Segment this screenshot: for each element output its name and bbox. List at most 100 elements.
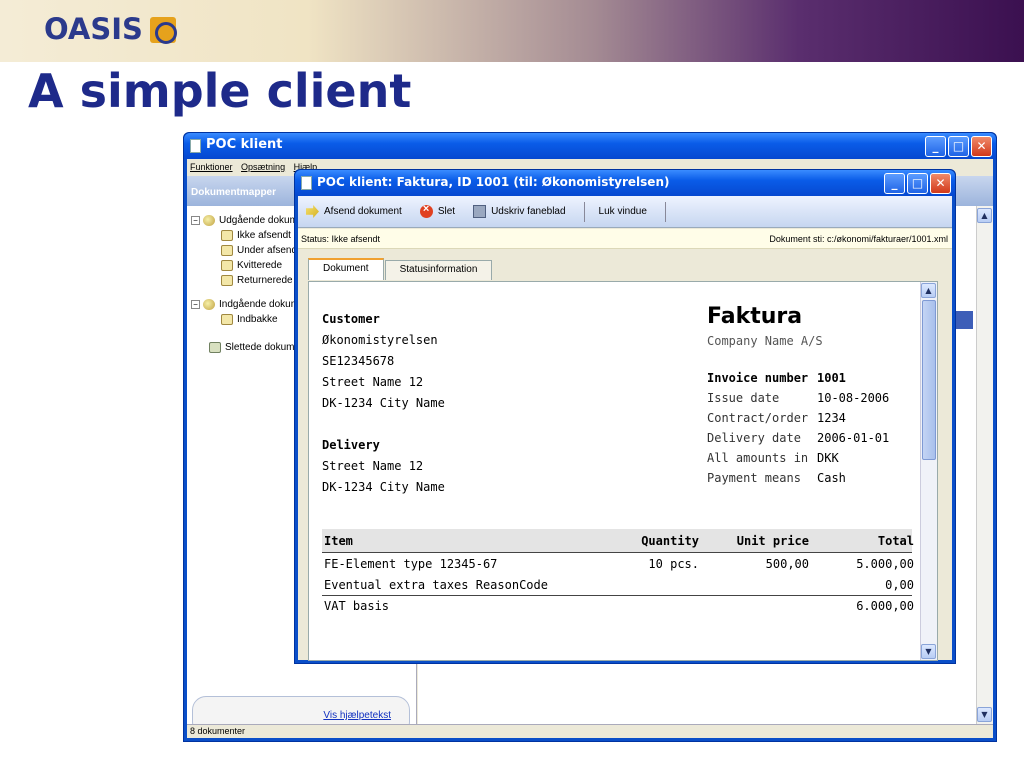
invoice-window-title: POC klient: Faktura, ID 1001 (til: Økono… xyxy=(317,175,670,189)
document-status-line: Status: Ikke afsendt Dokument sti: c:/øk… xyxy=(298,229,952,249)
close-window-label: Luk vindue xyxy=(598,206,647,217)
table-cell: 10 pcs. xyxy=(648,556,699,571)
tree-item-ikke-afsendt[interactable]: Ikke afsendt xyxy=(221,228,291,243)
menu-funktioner[interactable]: Funktioner xyxy=(190,162,233,172)
customer-vat-id: SE12345678 xyxy=(322,354,395,368)
tree-item-kvitterede[interactable]: Kvitterede xyxy=(221,258,282,273)
column-header: Unit price xyxy=(736,533,809,548)
globe-icon xyxy=(203,299,215,310)
field-value: Cash xyxy=(817,471,846,485)
main-titlebar[interactable]: POC klient _ □ ✕ xyxy=(184,133,996,159)
field-label: Payment means xyxy=(707,471,801,485)
field-label: All amounts in xyxy=(707,451,809,465)
close-button[interactable]: ✕ xyxy=(930,173,951,194)
collapse-toggle-icon[interactable]: − xyxy=(191,300,200,309)
delivery-city: DK-1234 City Name xyxy=(322,480,445,494)
scroll-down-icon[interactable]: ▼ xyxy=(977,707,992,722)
maximize-button[interactable]: □ xyxy=(948,136,969,157)
document-title: Faktura xyxy=(707,304,803,329)
document-icon xyxy=(301,176,312,190)
send-document-button[interactable]: Afsend dokument xyxy=(306,205,402,218)
close-window-button[interactable]: Luk vindue xyxy=(599,206,647,217)
tree-item-label: Indbakke xyxy=(237,314,278,325)
document-path: Dokument sti: c:/økonomi/fakturaer/1001.… xyxy=(769,234,948,244)
maximize-button[interactable]: □ xyxy=(907,173,928,194)
company-name: Company Name A/S xyxy=(707,334,823,348)
scroll-thumb[interactable] xyxy=(922,300,936,460)
oasis-logo: OASIS xyxy=(44,12,177,46)
folder-icon xyxy=(221,230,233,241)
table-header: Item Quantity Unit price Total xyxy=(322,529,914,553)
status-text: Status: Ikke afsendt xyxy=(301,234,381,244)
delete-button[interactable]: Slet xyxy=(419,203,456,218)
document-scrollbar[interactable]: ▲ ▼ xyxy=(920,282,937,660)
field-value: 10-08-2006 xyxy=(817,391,890,405)
tree-item-label: Kvitterede xyxy=(237,260,283,271)
send-arrow-icon xyxy=(306,205,319,218)
table-row: Eventual extra taxes ReasonCode 0,00 xyxy=(322,574,914,595)
customer-name: Økonomistyrelsen xyxy=(322,333,438,347)
logo-mark-icon xyxy=(149,17,177,44)
field-label: Issue date xyxy=(707,391,780,405)
minimize-button[interactable]: _ xyxy=(925,136,946,157)
folder-icon xyxy=(221,275,233,286)
tab-dokument[interactable]: Dokument xyxy=(308,258,384,280)
customer-street: Street Name 12 xyxy=(322,375,424,389)
invoice-details: Invoice number 1001 Issue date 10-08-200… xyxy=(707,368,907,488)
help-link[interactable]: Vis hjælpetekst xyxy=(323,710,391,721)
scroll-up-icon[interactable]: ▲ xyxy=(921,283,936,298)
printer-icon xyxy=(473,205,487,218)
folder-icon xyxy=(221,260,233,271)
collapse-toggle-icon[interactable]: − xyxy=(191,216,200,225)
invoice-body: Afsend dokument Slet Udskriv faneblad Lu… xyxy=(298,196,952,661)
table-cell: 500,00 xyxy=(765,556,809,571)
print-tab-button[interactable]: Udskriv faneblad xyxy=(473,205,566,218)
vat-basis-label: VAT basis xyxy=(324,599,390,613)
field-value: 2006-01-01 xyxy=(817,431,890,445)
send-label: Afsend dokument xyxy=(324,206,402,217)
field-value: 1234 xyxy=(817,411,846,425)
delete-label: Slet xyxy=(437,206,456,217)
table-cell: FE-Element type 12345-67 xyxy=(324,556,498,571)
scroll-down-icon[interactable]: ▼ xyxy=(921,644,936,659)
menu-opsaetning[interactable]: Opsætning xyxy=(241,162,285,172)
print-label: Udskriv faneblad xyxy=(491,206,566,217)
invoice-document: Customer Økonomistyrelsen SE12345678 Str… xyxy=(308,281,938,661)
invoice-number-value: 1001 xyxy=(817,371,846,385)
column-header: Quantity xyxy=(641,533,699,548)
list-scrollbar[interactable]: ▲ ▼ xyxy=(976,206,993,724)
delivery-heading: Delivery xyxy=(322,438,380,452)
toolbar-divider xyxy=(664,201,666,222)
minimize-button[interactable]: _ xyxy=(884,173,905,194)
scroll-up-icon[interactable]: ▲ xyxy=(977,208,992,223)
column-header: Total xyxy=(877,533,914,548)
tab-strip: Dokument Statusinformation xyxy=(308,258,493,280)
table-row: VAT basis 6.000,00 xyxy=(322,595,914,616)
main-window-title: POC klient xyxy=(206,137,283,152)
close-button[interactable]: ✕ xyxy=(971,136,992,157)
line-items-table: Item Quantity Unit price Total FE-Elemen… xyxy=(322,529,914,616)
logo-text: OASIS xyxy=(44,12,143,46)
field-label: Contract/order xyxy=(707,411,809,425)
delivery-street: Street Name 12 xyxy=(322,459,424,473)
delete-icon xyxy=(419,203,433,218)
table-cell: 5.000,00 xyxy=(856,556,914,571)
trash-icon xyxy=(209,342,221,353)
tree-item-label: Ikke afsendt xyxy=(237,230,291,241)
table-cell: Eventual extra taxes ReasonCode xyxy=(324,577,548,592)
table-cell: 0,00 xyxy=(885,577,914,592)
tree-item-indbakke[interactable]: Indbakke xyxy=(221,312,278,327)
tab-statusinformation[interactable]: Statusinformation xyxy=(384,260,493,280)
invoice-number-label: Invoice number xyxy=(707,371,809,385)
field-value: DKK xyxy=(817,451,839,465)
column-header: Item xyxy=(324,533,353,548)
table-row: FE-Element type 12345-67 10 pcs. 500,00 … xyxy=(322,553,914,574)
tree-item-returnerede[interactable]: Returnerede xyxy=(221,273,293,288)
document-icon xyxy=(190,139,201,153)
customer-heading: Customer xyxy=(322,312,380,326)
slide-title: A simple client xyxy=(28,64,412,118)
customer-city: DK-1234 City Name xyxy=(322,396,445,410)
main-statusbar: 8 dokumenter xyxy=(187,724,993,738)
tree-item-label: Returnerede xyxy=(237,275,293,286)
invoice-titlebar[interactable]: POC klient: Faktura, ID 1001 (til: Økono… xyxy=(295,170,955,196)
